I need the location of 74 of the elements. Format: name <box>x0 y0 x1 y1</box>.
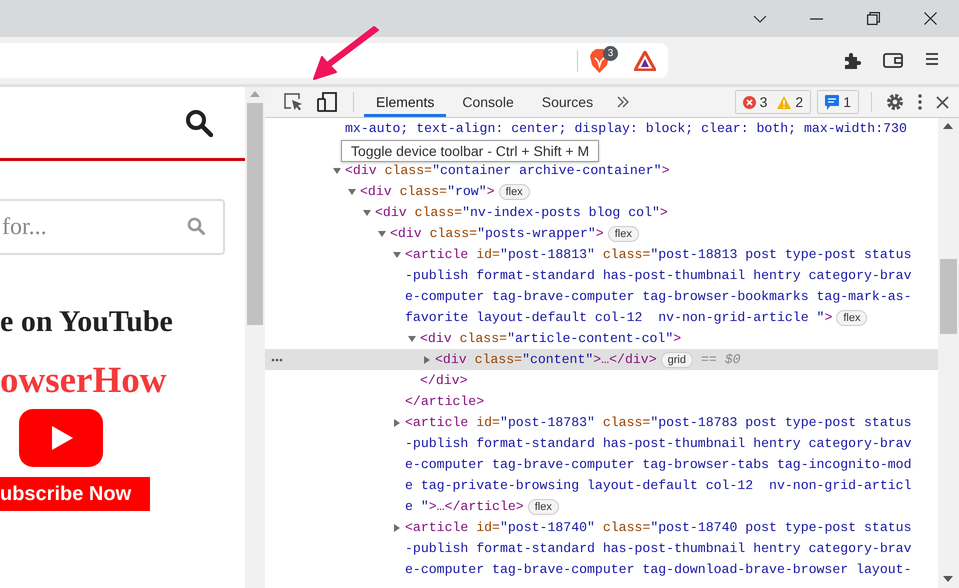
search-field[interactable]: for... <box>0 199 225 255</box>
restore-icon[interactable] <box>867 12 880 25</box>
closing-tag[interactable]: </article> <box>405 394 484 409</box>
closing-tag[interactable]: </div> <box>420 373 468 388</box>
brand-text: owserHow <box>0 361 168 401</box>
layout-badge[interactable]: grid <box>660 352 693 368</box>
code-line[interactable]: <article id="post-18783" class="post-18783 post type-post status <box>405 415 912 430</box>
code-line[interactable]: <article id="post-18740" class="post-18740 post type-post status <box>405 520 912 535</box>
selection-marker: == $0 <box>700 352 741 367</box>
message-icon <box>825 94 840 110</box>
menu-icon[interactable] <box>925 52 939 66</box>
code-line: mx-auto; text-align: center; display: block; clear: both; max-width:730 <box>345 121 907 136</box>
wallet-icon[interactable] <box>883 52 903 68</box>
devtools-tab[interactable]: Console <box>450 87 526 117</box>
code-line[interactable]: <div class="nv-index-posts blog col"> <box>375 205 668 220</box>
expand-arrow-icon[interactable] <box>423 354 431 364</box>
puzzle-icon[interactable] <box>843 52 861 70</box>
warning-icon <box>777 96 792 108</box>
layout-badge[interactable]: flex <box>836 310 868 326</box>
code-line[interactable]: e-computer tag-brave-computer tag-download-brave-browser layout- <box>405 562 912 577</box>
expand-arrow-icon[interactable] <box>393 418 401 428</box>
messages-counter[interactable]: 1 <box>817 90 859 114</box>
layout-badge[interactable]: flex <box>498 184 530 200</box>
video-play-icon[interactable] <box>19 409 103 467</box>
triangle-icon[interactable] <box>634 50 656 70</box>
code-line[interactable]: <div class="container archive-container"> <box>345 163 670 178</box>
close-icon[interactable] <box>936 96 949 108</box>
code-line[interactable]: <div class="content">…</div> <box>435 352 657 367</box>
expand-arrow-icon[interactable] <box>393 250 401 260</box>
scroll-thumb[interactable] <box>247 103 263 325</box>
devtools-tab[interactable]: Elements <box>364 87 446 117</box>
code-line[interactable]: e ">…</article> <box>405 499 524 514</box>
expand-arrow-icon[interactable] <box>393 522 401 532</box>
section-heading: e on YouTube <box>0 305 174 339</box>
layout-badge[interactable]: flex <box>608 226 639 242</box>
layout-badge[interactable]: flex <box>528 498 559 514</box>
expand-arrow-icon[interactable] <box>363 208 371 218</box>
subscribe-button[interactable]: ubscribe Now <box>0 477 150 511</box>
code-line[interactable]: e tag-private-browsing layout-default col-12 nv-non-grid-articl <box>405 478 912 493</box>
expand-arrow-icon[interactable] <box>408 334 416 344</box>
expand-arrow-icon[interactable] <box>348 186 356 196</box>
scrollbar[interactable] <box>938 118 959 588</box>
code-line[interactable]: <article id="post-18813" class="post-18813 post type-post status <box>405 247 912 262</box>
address-bar[interactable]: 3 <box>0 43 668 78</box>
code-line[interactable]: -publish format-standard has-post-thumbnail hentry category-brav <box>405 541 912 556</box>
expand-arrow-icon[interactable] <box>378 228 386 238</box>
code-line[interactable]: -publish format-standard has-post-thumbnail hentry category-brav <box>405 268 912 283</box>
more-dots-icon[interactable] <box>271 358 283 362</box>
scroll-down-icon[interactable] <box>943 576 953 582</box>
issues-counter[interactable]: 3 2 <box>734 90 812 114</box>
devtools-tab[interactable]: Sources <box>530 87 606 117</box>
settings-icon[interactable] <box>886 93 904 111</box>
code-line[interactable]: -publish format-standard has-post-thumbnail hentry category-brav <box>405 436 912 451</box>
shields-count-badge: 3 <box>603 46 618 60</box>
expand-arrow-icon[interactable] <box>333 166 341 176</box>
code-line[interactable]: e-computer tag-brave-computer tag-browser-tabs tag-incognito-mod <box>405 457 912 472</box>
close-icon[interactable] <box>924 12 937 25</box>
more-options-icon[interactable] <box>918 94 922 110</box>
code-line[interactable]: <div class="row"> <box>360 184 495 199</box>
code-line[interactable]: favorite layout-default col-12 nv-non-grid-article "> <box>405 310 832 325</box>
code-line[interactable]: <div class="article-content-col"> <box>420 331 682 346</box>
device-icon[interactable] <box>316 92 336 112</box>
scroll-thumb[interactable] <box>940 259 957 334</box>
error-icon <box>742 96 756 108</box>
search-icon[interactable] <box>185 108 213 136</box>
code-line[interactable]: <div class="posts-wrapper"> <box>390 226 604 241</box>
scrollbar[interactable] <box>245 87 265 588</box>
inspect-icon[interactable] <box>284 93 303 111</box>
double-chevron-icon[interactable] <box>617 96 630 108</box>
chevron-icon[interactable] <box>752 14 766 22</box>
minimize-icon[interactable] <box>810 18 823 20</box>
code-line[interactable]: e-computer tag-brave-computer tag-browser-bookmarks tag-mark-as- <box>405 289 912 304</box>
tooltip: Toggle device toolbar - Ctrl + Shift + M <box>341 140 600 162</box>
scroll-up-icon[interactable] <box>943 123 953 129</box>
